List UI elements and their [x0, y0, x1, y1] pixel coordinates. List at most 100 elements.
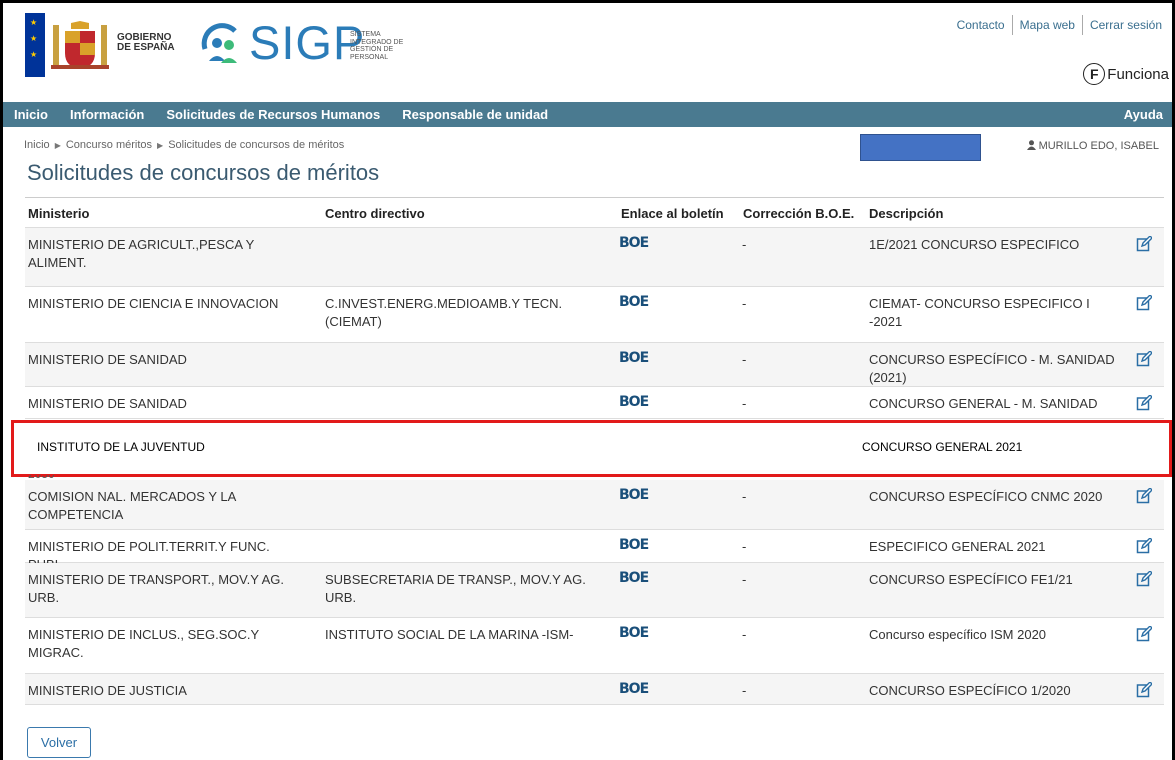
- table-row: MINISTERIO DE SANIDAD BOE - CONCURSO ESP…: [25, 343, 1164, 387]
- cell-descripcion: Concurso específico ISM 2020: [869, 627, 1047, 642]
- funciona-icon: F: [1083, 63, 1106, 85]
- header-enlace: Enlace al boletín: [621, 206, 724, 221]
- edit-icon[interactable]: [1136, 236, 1152, 252]
- header-correccion: Corrección B.O.E.: [743, 206, 855, 221]
- funciona-logo[interactable]: F Funciona: [1083, 62, 1169, 86]
- boe-link-icon[interactable]: BOE: [619, 234, 649, 252]
- site-header: ★ ★ ★ GOBIERNO DE ESPAÑA SIGP SISTEMA IN…: [3, 3, 1172, 97]
- table-row: MINISTERIO DE TRANSPORT., MOV.Y AG. URB.…: [25, 563, 1164, 618]
- edit-icon[interactable]: [1136, 295, 1152, 311]
- volver-button[interactable]: Volver: [27, 727, 91, 758]
- table-row: MINISTERIO DE INCLUS., SEG.SOC.Y MIGRAC.…: [25, 618, 1164, 674]
- cell-ministerio: MINISTERIO DE AGRICULT.,PESCA Y ALIMENT.: [28, 237, 255, 270]
- gobierno-text: GOBIERNO DE ESPAÑA: [117, 33, 175, 53]
- eu-flag-icon: ★ ★ ★: [25, 13, 45, 77]
- breadcrumb-separator-icon: ▶: [54, 141, 61, 150]
- cell-ministerio: COMISION NAL. MERCADOS Y LA COMPETENCIA: [28, 489, 236, 522]
- nav-solicitudes[interactable]: Solicitudes de Recursos Humanos: [155, 107, 391, 122]
- breadcrumb-inicio[interactable]: Inicio: [24, 139, 50, 151]
- boe-link-icon[interactable]: BOE: [619, 536, 649, 554]
- nav-ayuda[interactable]: Ayuda: [1113, 107, 1172, 122]
- header-descripcion: Descripción: [869, 206, 944, 221]
- cell-ministerio: MINISTERIO DE TRANSPORT., MOV.Y AG. URB.: [28, 572, 284, 605]
- app-sub-line4: PERSONAL: [350, 53, 389, 61]
- edit-icon[interactable]: [1136, 682, 1152, 698]
- user-icon: [1026, 140, 1036, 150]
- boe-link-icon[interactable]: BOE: [619, 486, 649, 504]
- cell-descripcion: 1E/2021 CONCURSO ESPECIFICO: [869, 237, 1080, 252]
- cell-centro: SUBSECRETARIA DE TRANSP., MOV.Y AG. URB.: [325, 572, 586, 605]
- main-nav: Inicio Información Solicitudes de Recurs…: [3, 102, 1172, 127]
- breadcrumb: Inicio ▶ Concurso méritos ▶ Solicitudes de c…: [24, 139, 344, 151]
- edit-icon[interactable]: [1136, 351, 1152, 367]
- cell-correccion: -: [742, 627, 747, 642]
- page-title: Solicitudes de concursos de méritos: [27, 160, 380, 185]
- redacted-block: [860, 134, 981, 161]
- cell-correccion: -: [742, 237, 747, 252]
- table-header: Ministerio Centro directivo Enlace al bo…: [25, 197, 1164, 228]
- cell-descripcion: CONCURSO ESPECÍFICO CNMC 2020: [869, 489, 1103, 504]
- cerrar-sesion-link[interactable]: Cerrar sesión: [1081, 15, 1169, 35]
- cell-correccion: -: [742, 352, 747, 367]
- table-row: MINISTERIO DE AGRICULT.,PESCA Y ALIMENT.…: [25, 228, 1164, 287]
- edit-icon[interactable]: [1136, 395, 1152, 411]
- breadcrumb-concurso[interactable]: Concurso méritos: [66, 139, 152, 151]
- edit-icon[interactable]: [1136, 571, 1152, 587]
- cell-descripcion: CONCURSO ESPECÍFICO 1/2020: [869, 683, 1071, 698]
- clipped-text-value: 2050: [28, 475, 55, 480]
- table-row: COMISION NAL. MERCADOS Y LA COMPETENCIA …: [25, 480, 1164, 530]
- boe-link-icon[interactable]: BOE: [619, 680, 649, 698]
- app-name: SIGP: [249, 16, 366, 69]
- coat-of-arms-icon: [51, 21, 109, 69]
- cell-descripcion: CONCURSO GENERAL - M. SANIDAD: [869, 396, 1098, 411]
- highlight-descripcion: CONCURSO GENERAL 2021: [862, 440, 1023, 454]
- highlight-ministerio: INSTITUTO DE LA JUVENTUD: [37, 440, 205, 454]
- app-sub-line1: SISTEMA: [350, 31, 381, 38]
- cell-descripcion: ESPECIFICO GENERAL 2021: [869, 539, 1046, 554]
- table-row: MINISTERIO DE JUSTICIA BOE - CONCURSO ES…: [25, 674, 1164, 705]
- cell-ministerio: MINISTERIO DE JUSTICIA: [28, 683, 187, 698]
- gobierno-line2: DE ESPAÑA: [117, 42, 175, 53]
- edit-icon[interactable]: [1136, 538, 1152, 554]
- table-row: MINISTERIO DE POLIT.TERRIT.Y FUNC. PUBL.…: [25, 530, 1164, 572]
- cell-correccion: -: [742, 683, 747, 698]
- boe-link-icon[interactable]: BOE: [619, 569, 649, 587]
- clipped-text: 2050: [28, 475, 88, 480]
- app-sub-line3: GESTIÓN DE: [350, 46, 394, 53]
- mapa-web-link[interactable]: Mapa web: [1011, 15, 1082, 35]
- cell-centro: INSTITUTO SOCIAL DE LA MARINA -ISM-: [325, 627, 574, 642]
- nav-informacion[interactable]: Información: [59, 107, 155, 122]
- boe-link-icon[interactable]: BOE: [619, 293, 649, 311]
- nav-responsable[interactable]: Responsable de unidad: [391, 107, 559, 122]
- sigp-logo[interactable]: SIGP SISTEMA INTEGRADO DE GESTIÓN DE PER…: [197, 17, 427, 79]
- cell-correccion: -: [742, 572, 747, 587]
- cell-centro: C.INVEST.ENERG.MEDIOAMB.Y TECN. (CIEMAT): [325, 296, 563, 329]
- cell-correccion: -: [742, 489, 747, 504]
- cell-ministerio: MINISTERIO DE SANIDAD: [28, 396, 187, 411]
- boe-link-icon[interactable]: BOE: [619, 393, 649, 411]
- edit-icon[interactable]: [1136, 626, 1152, 642]
- cell-descripcion: CIEMAT- CONCURSO ESPECIFICO I -2021: [869, 296, 1090, 329]
- breadcrumb-separator-icon: ▶: [157, 141, 164, 150]
- boe-link-icon[interactable]: BOE: [619, 624, 649, 642]
- gobierno-logo[interactable]: ★ ★ ★ GOBIERNO DE ESPAÑA: [25, 13, 183, 77]
- cell-descripcion: CONCURSO ESPECÍFICO - M. SANIDAD (2021): [869, 352, 1115, 385]
- breadcrumb-current: Solicitudes de concursos de méritos: [168, 139, 345, 151]
- app-sub-line2: INTEGRADO DE: [350, 38, 404, 46]
- funciona-text: Funciona: [1107, 65, 1169, 83]
- highlighted-row-annotation: INSTITUTO DE LA JUVENTUD CONCURSO GENERA…: [11, 420, 1172, 477]
- cell-ministerio: MINISTERIO DE INCLUS., SEG.SOC.Y MIGRAC.: [28, 627, 259, 660]
- table-row: MINISTERIO DE SANIDAD BOE - CONCURSO GEN…: [25, 387, 1164, 419]
- people-logo-icon: [201, 23, 237, 63]
- cell-descripcion: CONCURSO ESPECÍFICO FE1/21: [869, 572, 1073, 587]
- edit-icon[interactable]: [1136, 488, 1152, 504]
- boe-link-icon[interactable]: BOE: [619, 349, 649, 367]
- header-centro: Centro directivo: [325, 206, 425, 221]
- top-links: Contacto Mapa web Cerrar sesión: [950, 15, 1169, 35]
- table-row: MINISTERIO DE CIENCIA E INNOVACION C.INV…: [25, 287, 1164, 343]
- cell-correccion: -: [742, 296, 747, 311]
- nav-inicio[interactable]: Inicio: [3, 107, 59, 122]
- contacto-link[interactable]: Contacto: [950, 15, 1012, 35]
- user-info: MURILLO EDO, ISABEL: [1026, 139, 1159, 152]
- cell-correccion: -: [742, 396, 747, 411]
